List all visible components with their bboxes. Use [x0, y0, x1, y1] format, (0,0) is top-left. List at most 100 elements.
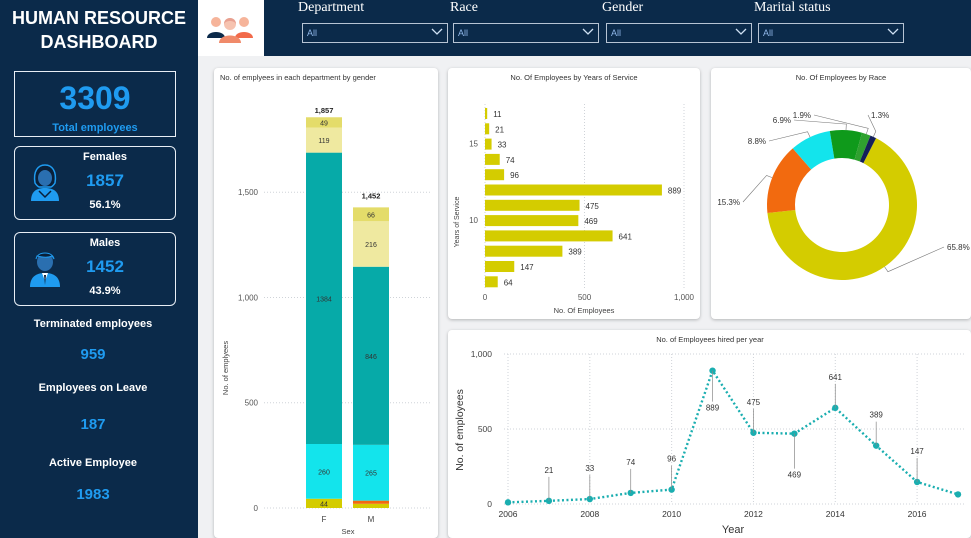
- point-label: 889: [706, 404, 720, 413]
- slice-label: 8.8%: [748, 137, 766, 146]
- x-tick-label: 0: [483, 293, 488, 302]
- leader-line: [768, 131, 811, 142]
- leader-line: [793, 119, 847, 131]
- data-label: 119: [318, 138, 329, 145]
- point-label: 33: [585, 464, 594, 473]
- data-label: 265: [365, 471, 377, 478]
- dashboard-title-line2: DASHBOARD: [40, 32, 158, 52]
- data-label: 260: [318, 469, 330, 476]
- chevron-down-icon: [431, 28, 443, 35]
- data-label: 641: [619, 232, 633, 241]
- x-axis-label: Year: [722, 524, 745, 536]
- data-label: 469: [584, 217, 598, 226]
- data-label: 49: [320, 120, 328, 127]
- x-tick-label: 2006: [499, 509, 518, 519]
- bar: [485, 230, 613, 242]
- team-icon-tile: [198, 0, 264, 56]
- years-of-service-chart: No. Of Employees by Years of Service Yea…: [454, 73, 695, 315]
- x-tick-label: 2010: [662, 509, 681, 519]
- females-percent: 56.1%: [89, 199, 121, 211]
- bar: [485, 261, 515, 272]
- point-label: 641: [829, 373, 843, 382]
- filter-bar: Department All Race All Gender All Marit…: [198, 0, 971, 56]
- bar-segment: [353, 503, 389, 508]
- x-axis-label: Sex: [342, 527, 355, 536]
- bar: [485, 184, 662, 196]
- x-axis-label: No. Of Employees: [554, 306, 615, 315]
- x-tick-label: 1,000: [674, 293, 695, 302]
- bar: [485, 108, 488, 119]
- slice-label: 1.9%: [793, 111, 811, 120]
- dashboard-title-line1: HUMAN RESOURCE: [11, 8, 186, 28]
- bar: [485, 153, 500, 165]
- chevron-down-icon: [887, 28, 899, 35]
- point-label: 21: [544, 466, 553, 475]
- total-employees-value: 3309: [59, 80, 131, 116]
- data-label: 96: [510, 171, 519, 180]
- bar: [485, 169, 505, 181]
- bar: [485, 199, 580, 211]
- gender-dropdown[interactable]: All: [606, 23, 752, 43]
- y-tick-label: 1,500: [238, 188, 259, 197]
- total-label: 1,452: [362, 191, 381, 200]
- data-label: 475: [586, 202, 600, 211]
- data-label: 889: [668, 187, 682, 196]
- x-tick-label: 2016: [908, 509, 927, 519]
- x-tick-label: M: [368, 515, 375, 524]
- gender-filter-label: Gender: [602, 0, 644, 15]
- race-dropdown-value: All: [458, 28, 469, 38]
- marital-status-filter-label: Marital status: [754, 0, 831, 15]
- race-donut-chart: No. Of Employees by Race 65.8% 15.3% 8.8% 6…: [717, 73, 970, 280]
- x-tick-label: F: [322, 515, 327, 524]
- terminated-value: 959: [80, 346, 106, 363]
- point-label: 74: [626, 458, 635, 467]
- gender-dropdown-value: All: [611, 28, 622, 38]
- leave-value: 187: [80, 416, 106, 433]
- females-label: Females: [82, 151, 128, 163]
- dashboard-title: HUMAN RESOURCE DASHBOARD: [0, 6, 198, 54]
- marital-status-dropdown-value: All: [763, 28, 774, 38]
- hired-per-year-chart: No. of Employees hired per year No. of e…: [454, 335, 966, 536]
- slice-label: 6.9%: [773, 116, 791, 125]
- department-dropdown[interactable]: All: [302, 23, 448, 43]
- data-label: 147: [520, 263, 534, 272]
- data-label: 11: [493, 110, 502, 119]
- data-label: 389: [568, 248, 582, 257]
- hr-dashboard: HUMAN RESOURCE DASHBOARD 3309 Total empl…: [0, 0, 971, 538]
- y-tick-label: 0: [254, 504, 259, 513]
- race-dropdown[interactable]: All: [453, 23, 599, 43]
- bar: [485, 245, 563, 257]
- department-dropdown-value: All: [307, 28, 318, 38]
- x-tick-label: 2014: [826, 509, 845, 519]
- point-label: 96: [667, 455, 676, 464]
- females-card: Females 1857 56.1%: [14, 146, 176, 220]
- chart-title: No. Of Employees by Years of Service: [510, 73, 637, 82]
- males-value: 1452: [86, 257, 124, 276]
- chart-title: No. Of Employees by Race: [796, 73, 886, 82]
- sidebar: HUMAN RESOURCE DASHBOARD 3309 Total empl…: [0, 0, 198, 538]
- x-tick-label: 2008: [580, 509, 599, 519]
- y-axis-label: Years of Service: [454, 197, 461, 248]
- marital-status-dropdown[interactable]: All: [758, 23, 904, 43]
- chevron-down-icon: [582, 28, 594, 35]
- x-tick-label: 2012: [744, 509, 763, 519]
- hired-per-year-card: No. of Employees hired per year No. of e…: [448, 330, 971, 538]
- department-filter-label: Department: [298, 0, 365, 15]
- race-filter-label: Race: [450, 0, 478, 15]
- y-tick-label: 1,000: [471, 349, 493, 359]
- team-people-icon: [207, 17, 253, 43]
- data-label: 74: [506, 156, 515, 165]
- males-percent: 43.9%: [89, 285, 121, 297]
- bar: [485, 138, 492, 150]
- bar: [485, 123, 490, 135]
- y-tick-label: 1,000: [238, 293, 259, 302]
- data-label: 216: [365, 242, 377, 249]
- y-tick-label: 15: [469, 140, 478, 149]
- males-label: Males: [89, 237, 121, 249]
- chart-title: No. of emplyees in each department by ge…: [220, 73, 376, 82]
- bar: [485, 276, 498, 288]
- females-value: 1857: [86, 171, 124, 190]
- dept-by-gender-chart: No. of emplyees in each department by ge…: [220, 73, 432, 536]
- y-tick-label: 0: [487, 499, 492, 509]
- point-label: 475: [747, 398, 761, 407]
